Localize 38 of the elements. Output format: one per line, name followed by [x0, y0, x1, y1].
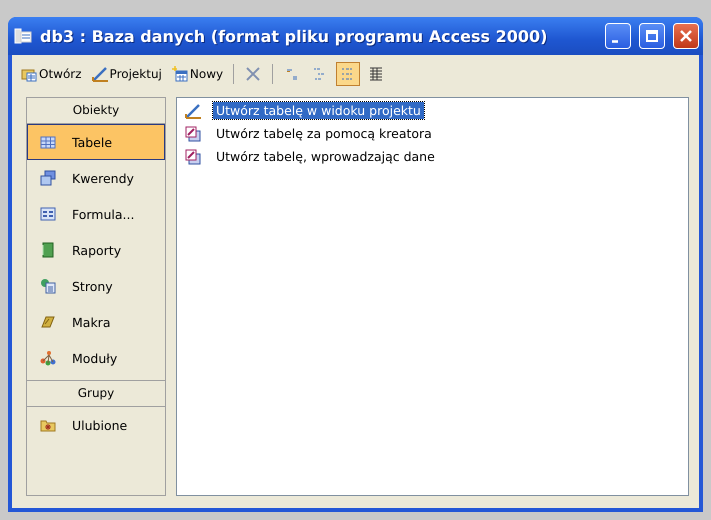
minimize-button[interactable] [605, 23, 631, 49]
sidebar-item[interactable]: Tabele [27, 124, 165, 160]
sidebar-item[interactable]: Formula... [27, 196, 165, 232]
delete-icon [245, 66, 262, 82]
wizard-icon [185, 126, 201, 142]
page-icon [40, 278, 56, 294]
maximize-icon [646, 30, 658, 42]
new-table-icon [172, 66, 188, 82]
list-item[interactable]: Utwórz tabelę w widoku projektu [213, 102, 424, 119]
toolbar-button[interactable]: Nowy [168, 63, 226, 85]
query-icon [40, 170, 56, 186]
minimize-icon [612, 40, 618, 42]
report-icon [40, 242, 56, 258]
sidebar-item[interactable]: Strony [27, 268, 165, 304]
sidebar-item[interactable]: Kwerendy [27, 160, 165, 196]
close-button[interactable] [673, 23, 699, 49]
module-icon [40, 350, 56, 366]
sidebar-item[interactable]: Ulubione [27, 407, 165, 443]
list-item[interactable]: Utwórz tabelę za pomocą kreatora [213, 125, 435, 142]
wizard-icon [185, 148, 201, 164]
objects-header: Obiekty [72, 102, 120, 119]
ruler-pencil-icon [92, 66, 108, 82]
sidebar-item[interactable]: Makra [27, 304, 165, 340]
macro-icon [40, 314, 56, 330]
groups-header: Grupy [76, 385, 116, 402]
sidebar-item[interactable]: Raporty [27, 232, 165, 268]
details-view-icon [368, 66, 384, 82]
form-icon [40, 206, 56, 222]
maximize-button[interactable] [639, 23, 665, 49]
sidebar-item[interactable]: Moduły [27, 340, 165, 376]
list-item[interactable]: Utwórz tabelę, wprowadzając dane [213, 148, 438, 165]
close-icon [680, 30, 692, 42]
database-window-icon [14, 28, 32, 44]
ruler-pencil-icon [185, 102, 201, 118]
window-title: db3 : Baza danych (format pliku programu Access 2000) [40, 26, 548, 46]
toolbar-button[interactable]: Projektuj [88, 63, 165, 85]
table-icon [40, 134, 56, 150]
toolbar-button[interactable]: Otwórz [18, 63, 85, 85]
